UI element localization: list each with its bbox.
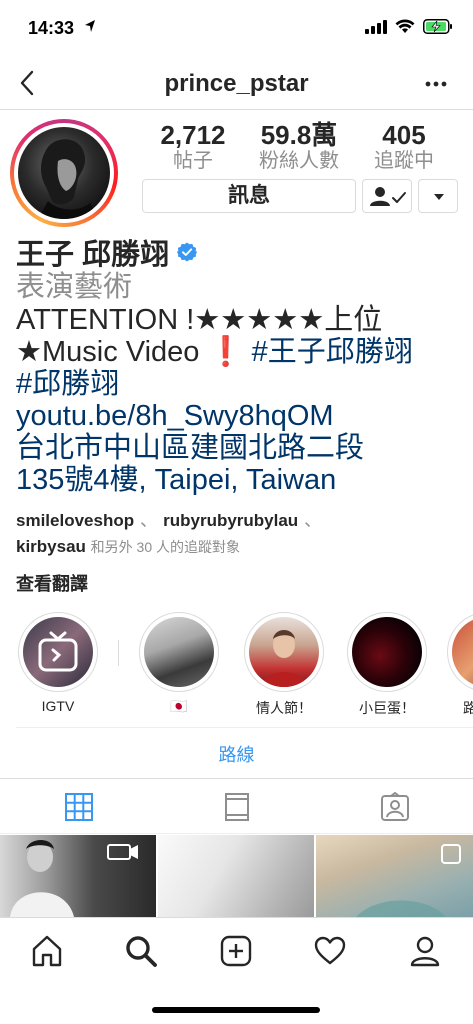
location-arrow-icon	[85, 20, 95, 32]
profile-header: prince_pstar	[0, 58, 473, 110]
highlight-cover	[249, 617, 319, 687]
stat-count: 59.8萬	[260, 120, 338, 150]
bio-text: ★Music Video	[16, 336, 208, 368]
suggestions-dropdown-button[interactable]	[418, 179, 458, 213]
highlight-japan[interactable]: 🇯🇵	[137, 612, 221, 715]
list-separator: 、	[140, 511, 158, 530]
more-dots-icon[interactable]	[421, 72, 451, 96]
profile-full-name: 王子 邱勝翊	[16, 239, 170, 271]
heart-icon[interactable]	[313, 934, 347, 968]
highlight-divider	[118, 640, 119, 666]
tab-grid[interactable]	[0, 779, 157, 835]
profile-username: prince_pstar	[164, 70, 309, 97]
status-indicators	[365, 19, 453, 34]
tab-tagged[interactable]	[316, 779, 473, 835]
profile-bio: 王子 邱勝翊 表演藝術 ATTENTION !★★★★★上位 ★Music Vi…	[16, 234, 466, 496]
person-photo	[261, 630, 307, 687]
signal-icon	[365, 19, 387, 34]
highlight-arena[interactable]: 小巨蛋！	[345, 612, 429, 718]
highlight-ring	[244, 612, 324, 692]
posts-grid	[0, 835, 473, 917]
stat-label: 帖子	[173, 150, 213, 172]
post-thumbnail[interactable]	[158, 835, 314, 917]
directions-link[interactable]: 路線	[0, 741, 473, 767]
list-separator: 、	[304, 511, 322, 530]
status-time: 14:33	[28, 18, 75, 38]
stat-count: 405	[382, 120, 426, 150]
name-row: 王子 邱勝翊	[16, 234, 466, 271]
home-indicator[interactable]	[152, 1007, 320, 1013]
follower-username[interactable]: kirbysau	[16, 537, 86, 556]
highlight-valentines[interactable]: 情人節！	[242, 612, 326, 718]
following-button[interactable]	[362, 179, 412, 213]
divider	[16, 727, 473, 728]
post-photo	[10, 840, 138, 917]
highlight-label: IGTV	[41, 698, 75, 714]
avatar-portrait	[38, 139, 98, 219]
highlight-igtv[interactable]: IGTV	[16, 612, 100, 714]
highlight-ring	[139, 612, 219, 692]
post-photo	[356, 844, 461, 917]
followed-by-suffix: 和另外 30 人的追蹤對象	[90, 539, 241, 555]
website-link[interactable]: youtu.be/8h_Swy8hqOM	[16, 400, 466, 432]
stat-posts[interactable]: 2,712 帖子	[143, 121, 243, 173]
address-link[interactable]: 135號4樓, Taipei, Taiwan	[16, 464, 466, 496]
highlight-cover	[144, 617, 214, 687]
highlight-ring	[447, 612, 473, 692]
battery-charging-icon	[423, 19, 452, 34]
profile-icon[interactable]	[408, 934, 442, 968]
highlight-label: 路	[463, 700, 473, 716]
profile-tabs	[0, 778, 473, 834]
highlight-ring	[18, 612, 98, 692]
wifi-icon	[395, 19, 415, 33]
chevron-down-icon	[434, 194, 444, 200]
tagged-icon	[381, 792, 409, 821]
person-check-icon	[370, 187, 406, 206]
highlight-cover	[352, 617, 422, 687]
highlight-label: 情人節！	[256, 700, 312, 716]
follower-username[interactable]: rubyrubyrubylau	[163, 511, 298, 530]
tab-feed[interactable]	[158, 779, 315, 835]
see-translation-link[interactable]: 查看翻譯	[16, 570, 88, 596]
address-link[interactable]: 台北市中山區建國北路二段	[16, 432, 466, 464]
stat-label: 追蹤中	[374, 150, 434, 172]
stat-count: 2,712	[160, 120, 226, 150]
grid-icon	[65, 793, 93, 821]
stat-followers[interactable]: 59.8萬 粉絲人數	[249, 121, 349, 173]
post-thumbnail[interactable]	[316, 835, 473, 917]
feed-icon	[225, 793, 249, 821]
followed-by[interactable]: smileloveshop、 rubyrubyrubylau、 kirbysau …	[16, 508, 466, 560]
highlight-partial[interactable]: 路	[447, 612, 473, 718]
hashtag-link[interactable]: #王子邱勝翊	[244, 336, 413, 368]
bio-text-line: #邱勝翊	[16, 368, 466, 400]
igtv-icon	[38, 631, 78, 672]
highlight-label: 🇯🇵	[170, 698, 188, 714]
highlight-ring	[347, 612, 427, 692]
message-button[interactable]: 訊息	[142, 179, 356, 213]
stat-following[interactable]: 405 追蹤中	[354, 121, 454, 173]
search-icon[interactable]	[124, 934, 158, 968]
add-icon[interactable]	[219, 934, 253, 968]
status-bar: 14:33	[0, 0, 473, 58]
highlight-cover	[452, 617, 473, 687]
highlight-label: 小巨蛋！	[359, 700, 415, 716]
profile-avatar[interactable]	[10, 119, 118, 227]
bio-text-line: ★Music Video ❗ #王子邱勝翊	[16, 336, 466, 368]
avatar-border	[14, 123, 114, 223]
stat-label: 粉絲人數	[259, 150, 339, 172]
home-icon[interactable]	[30, 934, 64, 968]
highlight-cover	[23, 617, 93, 687]
avatar-photo	[18, 127, 110, 219]
post-thumbnail[interactable]	[0, 835, 156, 917]
verified-badge-icon	[177, 242, 198, 262]
bio-text-line: ATTENTION !★★★★★上位	[16, 304, 383, 336]
hashtag-link[interactable]: #邱勝翊	[16, 368, 119, 400]
follower-username[interactable]: smileloveshop	[16, 511, 134, 530]
exclamation-icon: ❗	[207, 336, 244, 368]
profile-category: 表演藝術	[16, 271, 133, 303]
